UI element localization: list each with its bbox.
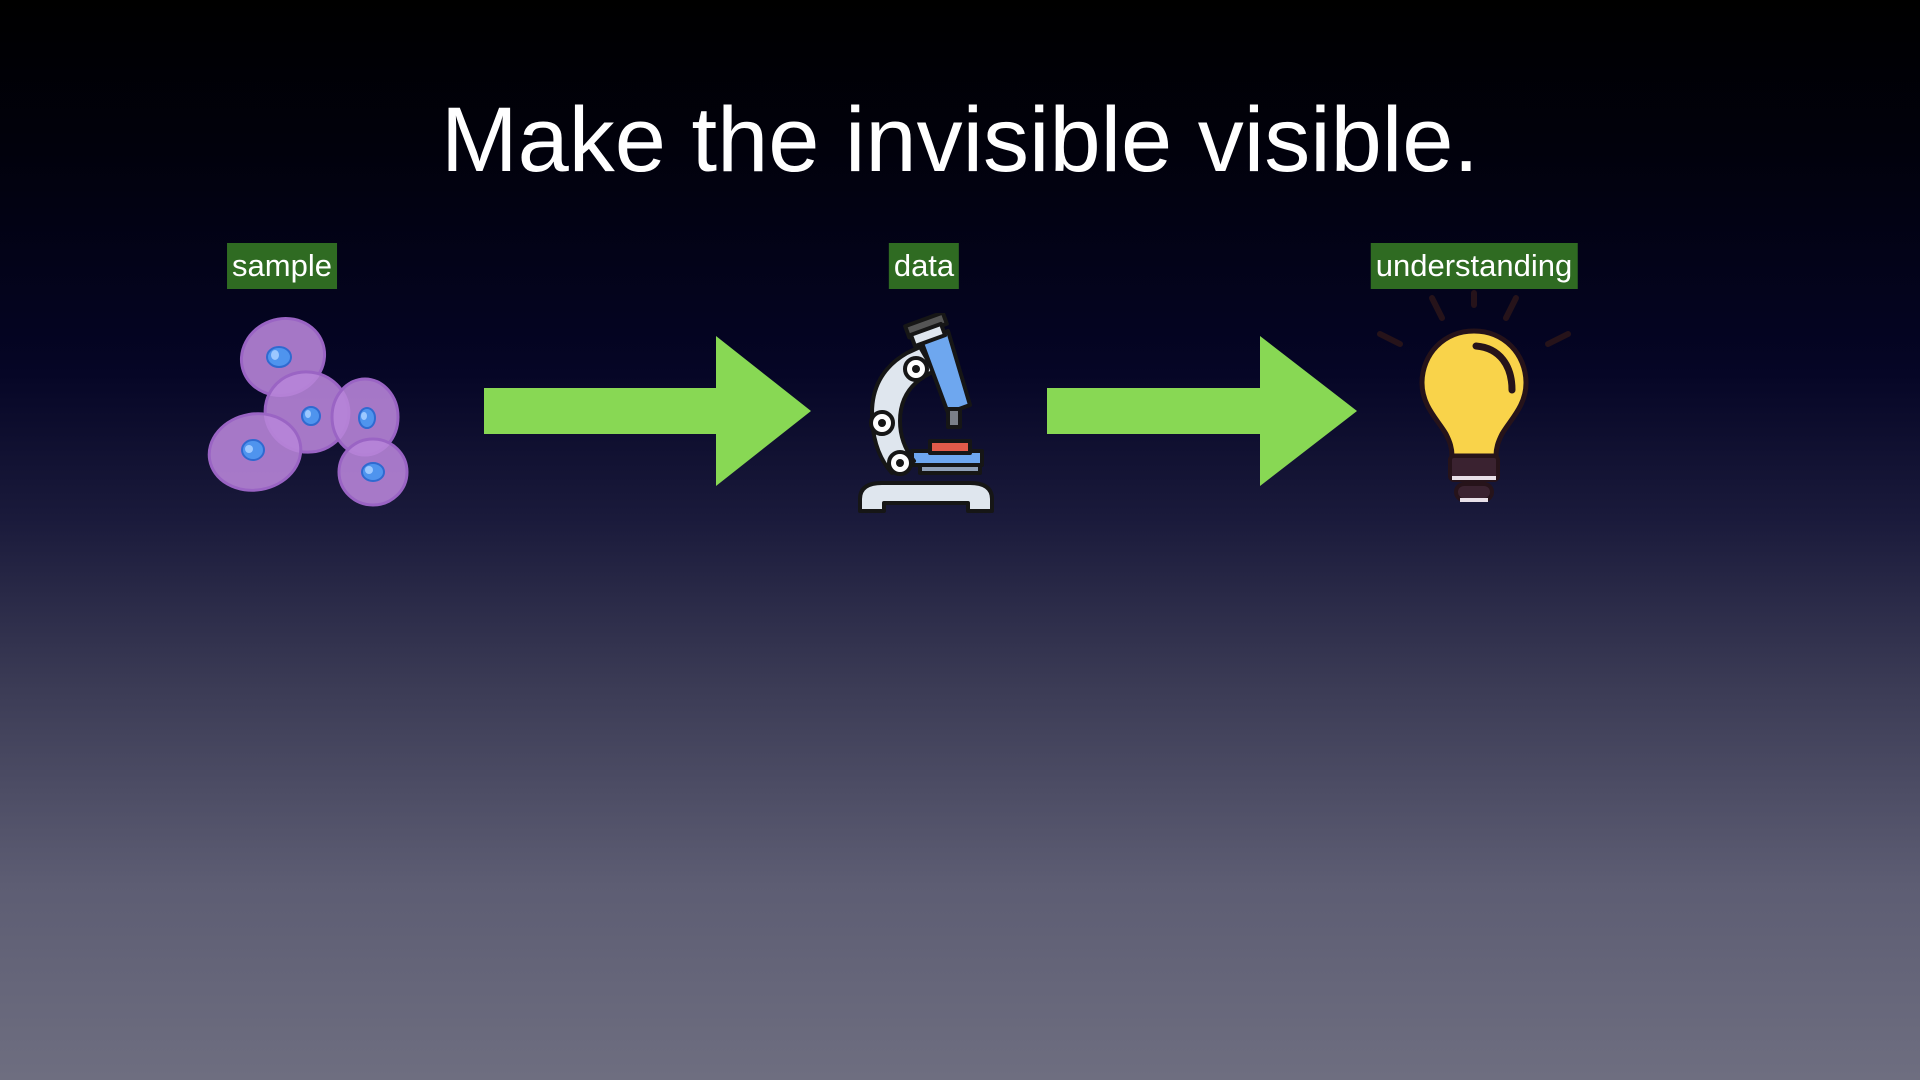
arrow-sample-to-data: [484, 336, 811, 486]
stage-label-data: data: [888, 243, 960, 289]
cells-icon: .cell { fill: #b784d8; fill-opacity: 0.9…: [207, 317, 409, 507]
stage-label-understanding: understanding: [1370, 243, 1578, 289]
microscope-icon: [858, 313, 994, 513]
arrow-data-to-understanding: [1047, 336, 1357, 486]
stage-label-sample: sample: [227, 243, 337, 289]
lightbulb-icon: [1377, 290, 1571, 502]
slide-title: Make the invisible visible.: [440, 89, 1479, 191]
